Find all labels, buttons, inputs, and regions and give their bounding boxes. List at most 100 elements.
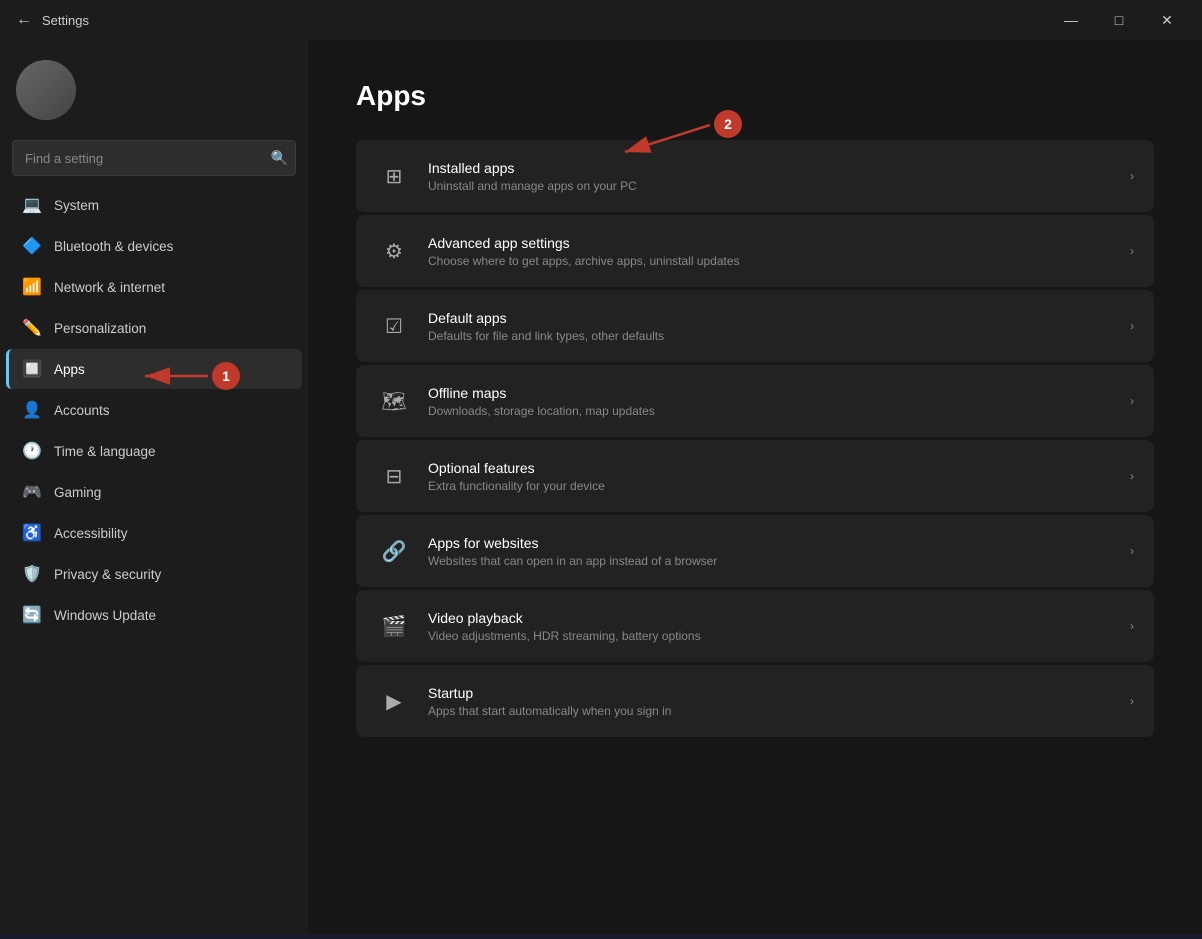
nav-label-gaming: Gaming	[54, 485, 101, 500]
nav-label-accounts: Accounts	[54, 403, 110, 418]
settings-item-default-apps[interactable]: ☑ Default apps Defaults for file and lin…	[356, 290, 1154, 362]
maximize-button[interactable]: □	[1096, 4, 1142, 36]
settings-icon-startup: ▶	[376, 683, 412, 719]
settings-desc-installed-apps: Uninstall and manage apps on your PC	[428, 179, 1118, 193]
settings-text-advanced-app-settings: Advanced app settings Choose where to ge…	[428, 235, 1118, 268]
sidebar-item-accessibility[interactable]: ♿ Accessibility	[6, 513, 302, 553]
sidebar-nav: 💻 System 🔷 Bluetooth & devices 📶 Network…	[0, 184, 308, 636]
search-input[interactable]	[12, 140, 296, 176]
sidebar-item-time[interactable]: 🕐 Time & language	[6, 431, 302, 471]
settings-window: ← Settings — □ ✕ 🔍 💻 System	[0, 0, 1202, 934]
avatar	[16, 60, 76, 120]
nav-label-time: Time & language	[54, 444, 156, 459]
sidebar-item-update[interactable]: 🔄 Windows Update	[6, 595, 302, 635]
page-title: Apps	[356, 80, 1154, 112]
nav-icon-personalization: ✏️	[22, 318, 42, 338]
settings-title-offline-maps: Offline maps	[428, 385, 1118, 401]
settings-item-startup[interactable]: ▶ Startup Apps that start automatically …	[356, 665, 1154, 737]
settings-title-optional-features: Optional features	[428, 460, 1118, 476]
settings-icon-video-playback: 🎬	[376, 608, 412, 644]
settings-text-video-playback: Video playback Video adjustments, HDR st…	[428, 610, 1118, 643]
settings-icon-optional-features: ⊟	[376, 458, 412, 494]
nav-label-personalization: Personalization	[54, 321, 146, 336]
settings-title-installed-apps: Installed apps	[428, 160, 1118, 176]
settings-text-default-apps: Default apps Defaults for file and link …	[428, 310, 1118, 343]
sidebar-item-bluetooth[interactable]: 🔷 Bluetooth & devices	[6, 226, 302, 266]
settings-item-apps-for-websites[interactable]: 🔗 Apps for websites Websites that can op…	[356, 515, 1154, 587]
nav-icon-update: 🔄	[22, 605, 42, 625]
titlebar-left: ← Settings	[16, 11, 89, 29]
settings-desc-startup: Apps that start automatically when you s…	[428, 704, 1118, 718]
sidebar-item-apps[interactable]: 🔲 Apps	[6, 349, 302, 389]
settings-item-optional-features[interactable]: ⊟ Optional features Extra functionality …	[356, 440, 1154, 512]
settings-title-video-playback: Video playback	[428, 610, 1118, 626]
close-button[interactable]: ✕	[1144, 4, 1190, 36]
nav-label-system: System	[54, 198, 99, 213]
settings-desc-default-apps: Defaults for file and link types, other …	[428, 329, 1118, 343]
settings-desc-video-playback: Video adjustments, HDR streaming, batter…	[428, 629, 1118, 643]
nav-icon-accessibility: ♿	[22, 523, 42, 543]
nav-label-apps: Apps	[54, 362, 85, 377]
settings-icon-advanced-app-settings: ⚙	[376, 233, 412, 269]
nav-icon-accounts: 👤	[22, 400, 42, 420]
content-area: 🔍 💻 System 🔷 Bluetooth & devices 📶 Netwo…	[0, 40, 1202, 934]
main-content: Apps ⊞ Installed apps Uninstall and mana…	[308, 40, 1202, 934]
nav-label-network: Network & internet	[54, 280, 165, 295]
search-icon[interactable]: 🔍	[271, 150, 288, 167]
settings-desc-offline-maps: Downloads, storage location, map updates	[428, 404, 1118, 418]
sidebar-item-accounts[interactable]: 👤 Accounts	[6, 390, 302, 430]
chevron-icon-advanced-app-settings: ›	[1130, 244, 1134, 258]
sidebar-item-gaming[interactable]: 🎮 Gaming	[6, 472, 302, 512]
profile-area	[0, 48, 308, 136]
sidebar-item-network[interactable]: 📶 Network & internet	[6, 267, 302, 307]
nav-icon-privacy: 🛡️	[22, 564, 42, 584]
settings-title-default-apps: Default apps	[428, 310, 1118, 326]
settings-title-startup: Startup	[428, 685, 1118, 701]
nav-icon-gaming: 🎮	[22, 482, 42, 502]
titlebar-controls: — □ ✕	[1048, 4, 1190, 36]
settings-item-advanced-app-settings[interactable]: ⚙ Advanced app settings Choose where to …	[356, 215, 1154, 287]
sidebar: 🔍 💻 System 🔷 Bluetooth & devices 📶 Netwo…	[0, 40, 308, 934]
settings-text-startup: Startup Apps that start automatically wh…	[428, 685, 1118, 718]
chevron-icon-offline-maps: ›	[1130, 394, 1134, 408]
settings-list: ⊞ Installed apps Uninstall and manage ap…	[356, 140, 1154, 737]
settings-icon-installed-apps: ⊞	[376, 158, 412, 194]
chevron-icon-apps-for-websites: ›	[1130, 544, 1134, 558]
settings-icon-offline-maps: 🗺	[376, 383, 412, 419]
chevron-icon-default-apps: ›	[1130, 319, 1134, 333]
settings-text-optional-features: Optional features Extra functionality fo…	[428, 460, 1118, 493]
settings-desc-optional-features: Extra functionality for your device	[428, 479, 1118, 493]
sidebar-item-privacy[interactable]: 🛡️ Privacy & security	[6, 554, 302, 594]
settings-icon-apps-for-websites: 🔗	[376, 533, 412, 569]
settings-title-apps-for-websites: Apps for websites	[428, 535, 1118, 551]
settings-text-installed-apps: Installed apps Uninstall and manage apps…	[428, 160, 1118, 193]
sidebar-item-system[interactable]: 💻 System	[6, 185, 302, 225]
nav-label-accessibility: Accessibility	[54, 526, 128, 541]
nav-icon-system: 💻	[22, 195, 42, 215]
settings-item-video-playback[interactable]: 🎬 Video playback Video adjustments, HDR …	[356, 590, 1154, 662]
minimize-button[interactable]: —	[1048, 4, 1094, 36]
settings-icon-default-apps: ☑	[376, 308, 412, 344]
nav-icon-time: 🕐	[22, 441, 42, 461]
titlebar: ← Settings — □ ✕	[0, 0, 1202, 40]
chevron-icon-startup: ›	[1130, 694, 1134, 708]
settings-text-apps-for-websites: Apps for websites Websites that can open…	[428, 535, 1118, 568]
sidebar-item-personalization[interactable]: ✏️ Personalization	[6, 308, 302, 348]
settings-title-advanced-app-settings: Advanced app settings	[428, 235, 1118, 251]
settings-desc-advanced-app-settings: Choose where to get apps, archive apps, …	[428, 254, 1118, 268]
nav-icon-network: 📶	[22, 277, 42, 297]
back-icon[interactable]: ←	[16, 11, 32, 29]
titlebar-title: Settings	[42, 13, 89, 28]
search-box: 🔍	[12, 140, 296, 176]
nav-icon-bluetooth: 🔷	[22, 236, 42, 256]
nav-label-update: Windows Update	[54, 608, 156, 623]
nav-label-bluetooth: Bluetooth & devices	[54, 239, 173, 254]
nav-label-privacy: Privacy & security	[54, 567, 161, 582]
settings-text-offline-maps: Offline maps Downloads, storage location…	[428, 385, 1118, 418]
nav-icon-apps: 🔲	[22, 359, 42, 379]
settings-desc-apps-for-websites: Websites that can open in an app instead…	[428, 554, 1118, 568]
chevron-icon-video-playback: ›	[1130, 619, 1134, 633]
chevron-icon-optional-features: ›	[1130, 469, 1134, 483]
settings-item-installed-apps[interactable]: ⊞ Installed apps Uninstall and manage ap…	[356, 140, 1154, 212]
settings-item-offline-maps[interactable]: 🗺 Offline maps Downloads, storage locati…	[356, 365, 1154, 437]
